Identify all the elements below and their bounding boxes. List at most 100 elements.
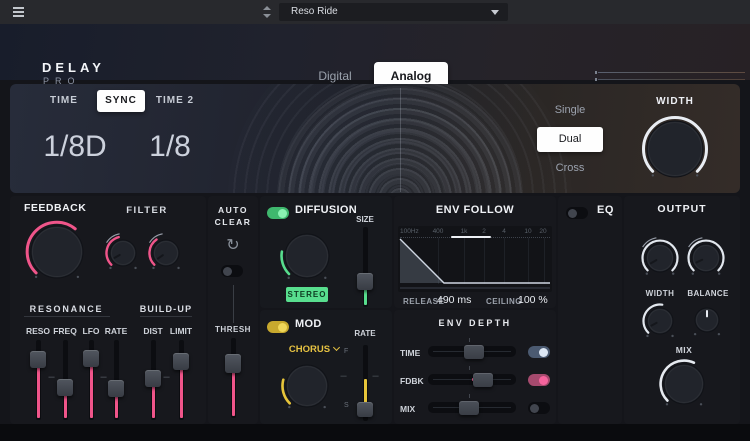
eq-toggle[interactable] <box>566 207 588 219</box>
link-dash: – <box>162 371 171 383</box>
mod-rate-slider[interactable] <box>356 345 374 421</box>
output-knob-left[interactable] <box>636 234 684 282</box>
output-balance-knob[interactable] <box>685 298 729 342</box>
auto-clear-toggle[interactable] <box>221 265 243 277</box>
mod-type-value: CHORUS <box>289 344 330 355</box>
thresh-slider[interactable] <box>224 338 242 418</box>
feedback-knob[interactable] <box>21 216 93 288</box>
menu-icon[interactable] <box>13 7 25 17</box>
output-knob-right[interactable] <box>682 234 730 282</box>
preset-prev-next-spinner[interactable] <box>263 5 271 19</box>
tab-digital[interactable]: Digital <box>300 69 370 83</box>
filter-highcut-knob[interactable] <box>143 230 189 276</box>
tab-sync[interactable]: SYNC <box>97 90 145 112</box>
diffusion-toggle[interactable] <box>267 207 289 219</box>
bottom-strip <box>0 424 750 441</box>
env-depth-mix-label: MIX <box>400 404 426 414</box>
arrow-up-icon[interactable] <box>263 6 271 10</box>
freq-slider[interactable] <box>56 340 74 420</box>
header: DELAY PRO Digital Analog <box>0 24 750 80</box>
env-depth-title: ENV DEPTH <box>394 318 556 328</box>
caret-down-icon <box>491 10 499 15</box>
rate-slow-label: S <box>344 402 349 409</box>
time-value[interactable]: 1/8D <box>30 130 120 164</box>
rotate-reset-icon[interactable]: ↻ <box>223 236 243 256</box>
buildup-divider <box>140 316 192 317</box>
titlebar: Reso Ride <box>0 0 750 24</box>
lfo-slider[interactable] <box>82 340 100 420</box>
mod-toggle[interactable] <box>267 321 289 333</box>
delay-pro-plugin-window: Reso Ride DELAY PRO Digital Analog TIME … <box>0 0 750 441</box>
mod-depth-knob[interactable] <box>276 355 338 417</box>
ceiling-value[interactable]: 100 % <box>518 294 548 306</box>
toggle-knob <box>568 209 577 218</box>
limit-slider-label: LIMIT <box>165 326 197 336</box>
env-follow-graph[interactable]: 100Hz 400 1k 2 4 10 20 <box>398 226 552 292</box>
diffusion-title: DIFFUSION <box>295 204 357 216</box>
arrow-down-icon[interactable] <box>263 14 271 18</box>
rate-slider-label: RATE <box>100 326 132 336</box>
toggle-knob <box>530 404 539 413</box>
mod-rate-label: RATE <box>350 329 380 338</box>
slider-center-tick <box>469 366 470 370</box>
thresh-label: THRESH <box>208 325 258 334</box>
resonance-divider <box>24 316 110 317</box>
output-title: OUTPUT <box>624 203 740 215</box>
toggle-knob <box>223 267 232 276</box>
logo-delay: DELAY <box>42 60 105 75</box>
mode-cross[interactable]: Cross <box>537 162 603 174</box>
env-depth-fdbk-toggle[interactable] <box>528 374 550 386</box>
ripple-center-line <box>400 88 401 192</box>
time2-value[interactable]: 1/8 <box>130 130 210 164</box>
preset-name: Reso Ride <box>291 6 338 17</box>
link-dash: – <box>47 371 56 383</box>
toggle-knob <box>278 323 287 332</box>
env-depth-mix-toggle[interactable] <box>528 402 550 414</box>
reso-slider[interactable] <box>29 340 47 420</box>
ceiling-label: CEILING <box>486 297 522 306</box>
rate-fast-label: F <box>344 348 348 355</box>
eq-panel <box>558 196 622 424</box>
level-meter-left <box>598 72 745 73</box>
slider-center-tick <box>469 394 470 398</box>
mode-single[interactable]: Single <box>537 104 603 116</box>
width-knob[interactable] <box>637 111 713 187</box>
env-depth-time-slider[interactable] <box>428 346 516 357</box>
output-width-label: WIDTH <box>634 289 686 298</box>
env-depth-mix-slider[interactable] <box>428 402 516 413</box>
tab-time[interactable]: TIME <box>46 95 82 106</box>
filter-lowcut-knob[interactable] <box>100 230 146 276</box>
rate-slider[interactable] <box>107 340 125 420</box>
output-balance-label: BALANCE <box>682 289 734 298</box>
output-mix-knob[interactable] <box>654 354 714 414</box>
filter-title: FILTER <box>112 205 182 216</box>
width-knob-label: WIDTH <box>640 96 710 107</box>
dist-slider[interactable] <box>144 340 162 420</box>
stereo-mode-button[interactable]: STEREO <box>286 287 328 302</box>
output-width-knob[interactable] <box>637 298 683 344</box>
rate-mid-dash: – <box>339 370 348 382</box>
mode-dual[interactable]: Dual <box>537 127 603 152</box>
env-follow-title: ENV FOLLOW <box>394 204 556 216</box>
mod-type-dropdown[interactable]: CHORUS <box>283 344 345 355</box>
level-meter-right <box>598 79 745 80</box>
toggle-knob <box>278 209 287 218</box>
graph-bottom-bar <box>400 287 550 289</box>
mod-title: MOD <box>295 318 322 330</box>
toggle-knob <box>539 348 548 357</box>
size-slider[interactable] <box>356 227 374 307</box>
env-depth-time-toggle[interactable] <box>528 346 550 358</box>
chevron-down-icon <box>333 344 340 351</box>
limit-slider[interactable] <box>172 340 190 420</box>
env-depth-fdbk-label: FDBK <box>400 376 426 386</box>
auto-clear-connector-line <box>233 285 234 323</box>
env-depth-fdbk-slider[interactable] <box>428 374 516 385</box>
auto-clear-label-1: AUTO <box>208 205 258 215</box>
slider-center-tick <box>469 338 470 342</box>
eq-label: EQ <box>597 204 614 216</box>
diffusion-knob[interactable] <box>275 224 339 288</box>
preset-selector[interactable]: Reso Ride <box>279 3 508 21</box>
buildup-title: BUILD-UP <box>135 304 197 314</box>
release-value[interactable]: 490 ms <box>437 294 471 306</box>
tab-time2[interactable]: TIME 2 <box>152 95 198 106</box>
